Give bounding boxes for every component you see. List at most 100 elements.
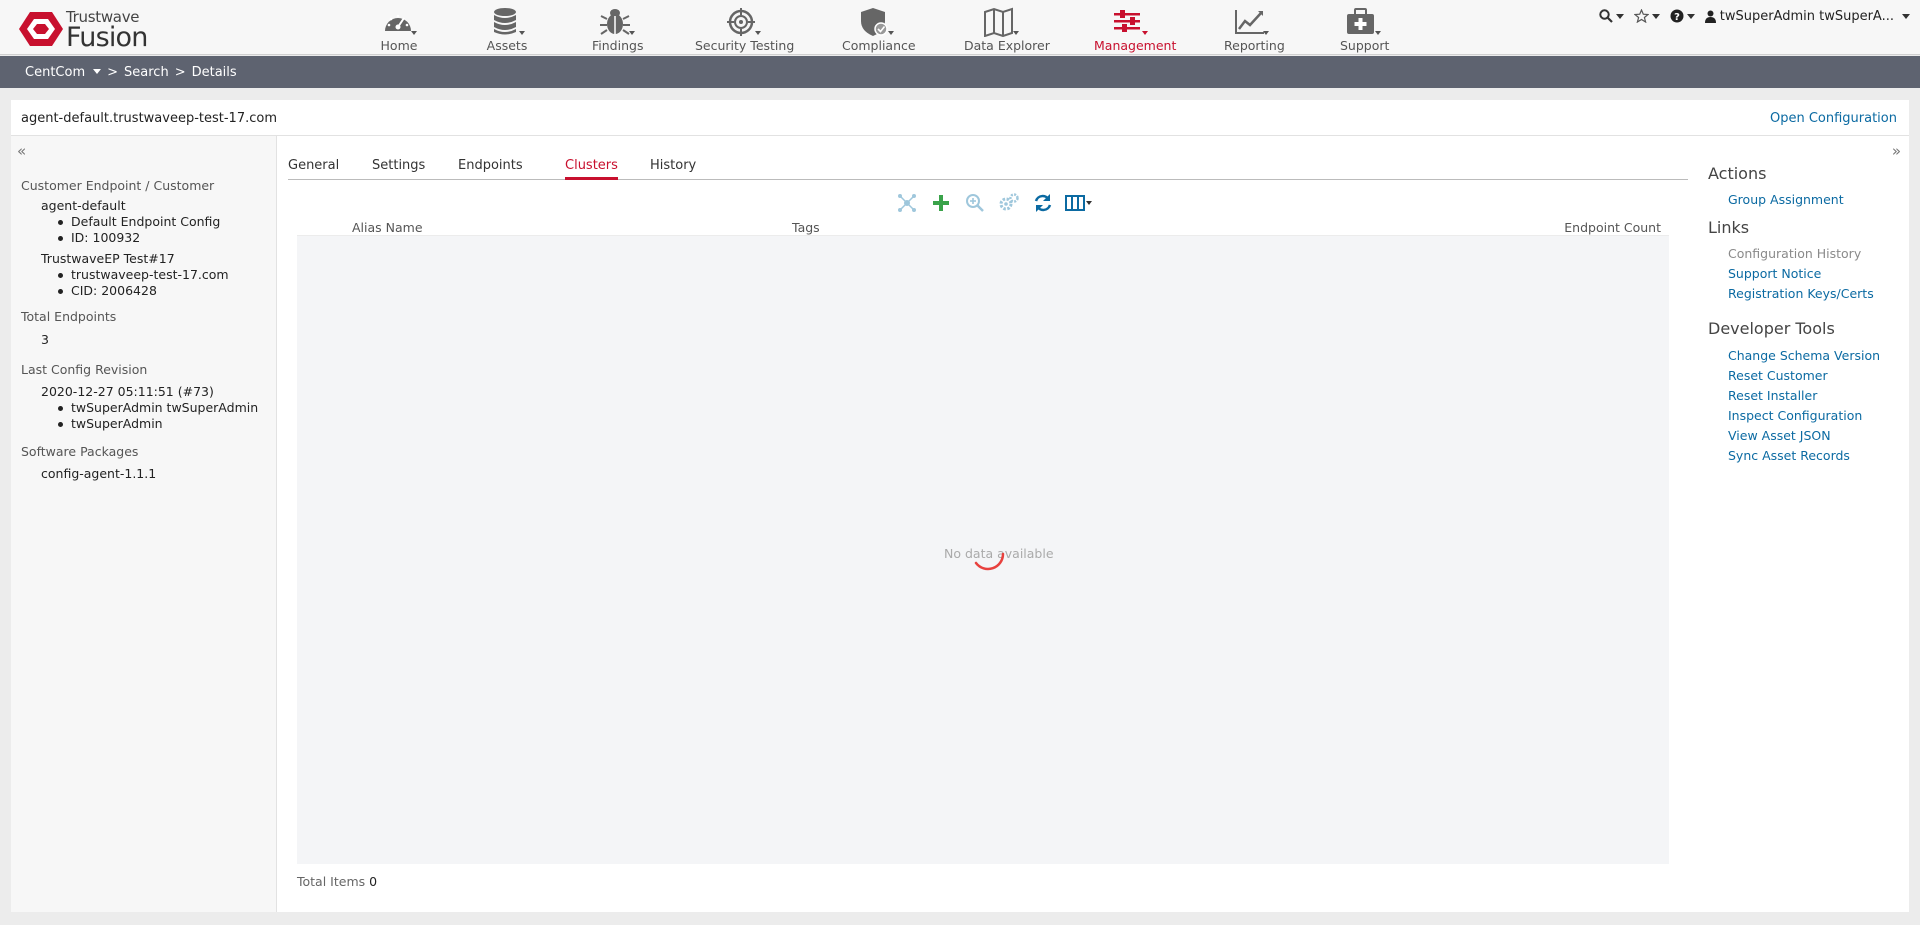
breadcrumb-search[interactable]: Search — [124, 65, 169, 80]
total-endpoints-value: 3 — [41, 332, 49, 347]
nav-home-label: Home — [380, 38, 418, 53]
nav-findings-label: Findings — [592, 38, 644, 53]
refresh-button[interactable] — [1031, 191, 1055, 215]
asset-header: agent-default.trustwaveep-test-17.com Op… — [11, 100, 1909, 136]
breadcrumb: CentCom > Search > Details — [0, 56, 1920, 88]
endpoint-name: agent-default — [41, 198, 126, 213]
collapse-right-icon[interactable]: » — [1892, 142, 1901, 160]
breadcrumb-details: Details — [191, 64, 237, 80]
tab-general[interactable]: General — [288, 158, 339, 180]
support-notice-link[interactable]: Support Notice — [1728, 266, 1821, 281]
breadcrumb-separator: > — [107, 64, 119, 80]
nav-assets-label: Assets — [486, 38, 528, 53]
chevron-down-icon[interactable] — [93, 69, 102, 74]
right-actions-panel: » Actions Group Assignment Links Configu… — [1698, 136, 1909, 912]
help-icon: ? — [1670, 9, 1684, 23]
customer-cid: CID: 2006428 — [58, 283, 157, 298]
last-config-date: 2020-12-27 05:11:51 (#73) — [41, 384, 214, 399]
total-items-label: Total Items — [297, 874, 366, 889]
favorites-menu[interactable] — [1633, 9, 1660, 23]
first-aid-kit-icon — [1347, 8, 1381, 35]
last-config-user: twSuperAdmin — [58, 416, 163, 431]
change-schema-version-link[interactable]: Change Schema Version — [1728, 348, 1880, 363]
links-title: Links — [1708, 218, 1750, 237]
cluster-nodes-button[interactable] — [895, 191, 919, 215]
sliders-icon — [1114, 10, 1148, 35]
tab-settings[interactable]: Settings — [372, 158, 425, 180]
plus-icon — [933, 195, 949, 211]
total-items: Total Items 0 — [297, 874, 377, 889]
customer-domain: trustwaveep-test-17.com — [58, 267, 229, 282]
configuration-history-link: Configuration History — [1728, 246, 1862, 261]
reset-installer-link[interactable]: Reset Installer — [1728, 388, 1817, 403]
open-configuration-link[interactable]: Open Configuration — [1770, 111, 1897, 126]
help-menu[interactable]: ? — [1670, 9, 1695, 23]
chevron-down-icon — [1686, 13, 1695, 19]
tab-clusters[interactable]: Clusters — [565, 158, 618, 180]
nav-compliance-label: Compliance — [842, 38, 916, 53]
nav-data-explorer[interactable]: Data Explorer — [964, 0, 1050, 55]
user-icon — [1704, 10, 1716, 23]
breadcrumb-centcom[interactable]: CentCom — [25, 65, 85, 80]
top-navigation: Trustwave Fusion Home Assets Findings Se… — [0, 0, 1920, 55]
details-tabs: General Settings Endpoints Clusters Hist… — [288, 158, 1688, 180]
line-chart-icon — [1235, 10, 1269, 35]
crosshair-target-icon — [727, 8, 761, 36]
actions-title: Actions — [1708, 164, 1767, 183]
dashboard-gauge-icon — [385, 14, 417, 35]
nav-findings[interactable]: Findings — [592, 0, 644, 55]
nav-management[interactable]: Management — [1094, 0, 1176, 55]
columns-button[interactable] — [1064, 191, 1098, 215]
group-assignment-link[interactable]: Group Assignment — [1728, 192, 1844, 207]
center-content: General Settings Endpoints Clusters Hist… — [288, 136, 1688, 912]
view-asset-json-link[interactable]: View Asset JSON — [1728, 428, 1831, 443]
loading-spinner-icon — [974, 552, 1005, 571]
registration-keys-link[interactable]: Registration Keys/Certs — [1728, 286, 1874, 301]
nav-reporting-label: Reporting — [1224, 38, 1285, 53]
settings-button[interactable] — [997, 191, 1021, 215]
chevron-down-icon — [1615, 13, 1624, 19]
inspect-configuration-link[interactable]: Inspect Configuration — [1728, 408, 1862, 423]
user-name: twSuperAdmin twSuperA... — [1719, 8, 1894, 24]
customer-section-title: Customer Endpoint / Customer — [21, 178, 215, 193]
search-menu[interactable] — [1599, 9, 1624, 23]
nav-support-label: Support — [1340, 38, 1390, 53]
endpoint-config: Default Endpoint Config — [57, 214, 221, 229]
nav-security-testing-label: Security Testing — [695, 38, 795, 53]
nav-compliance[interactable]: Compliance — [842, 0, 916, 55]
left-info-panel: « Customer Endpoint / Customer agent-def… — [11, 136, 277, 912]
nav-home[interactable]: Home — [375, 0, 423, 55]
nav-reporting[interactable]: Reporting — [1224, 0, 1285, 55]
refresh-icon — [1034, 194, 1052, 212]
header-tools: ? twSuperAdmin twSuperA... — [1599, 0, 1920, 32]
sync-asset-records-link[interactable]: Sync Asset Records — [1728, 448, 1850, 463]
collapse-left-icon[interactable]: « — [17, 142, 26, 160]
map-icon — [984, 7, 1019, 37]
zoom-in-button[interactable] — [963, 191, 987, 215]
svg-text:?: ? — [1674, 12, 1680, 23]
grid-toolbar — [288, 191, 1688, 215]
add-cluster-button[interactable] — [929, 191, 953, 215]
clusters-grid: Alias Name Tags Endpoint Count No data a… — [297, 218, 1669, 864]
shield-check-icon — [861, 8, 894, 36]
brand-logo[interactable]: Trustwave Fusion — [19, 8, 149, 53]
star-icon — [1633, 9, 1649, 23]
gears-icon — [999, 193, 1019, 211]
tab-history[interactable]: History — [650, 158, 696, 180]
grid-empty-state: No data available — [297, 218, 1669, 864]
chevron-down-icon — [1651, 13, 1660, 19]
trustwave-logo-icon — [19, 12, 63, 46]
reset-customer-link[interactable]: Reset Customer — [1728, 368, 1828, 383]
search-icon — [1599, 9, 1613, 23]
tab-endpoints[interactable]: Endpoints — [458, 158, 523, 180]
user-menu[interactable]: twSuperAdmin twSuperA... — [1704, 8, 1910, 24]
zoom-in-icon — [966, 194, 984, 212]
nav-support[interactable]: Support — [1340, 0, 1390, 55]
nav-security-testing[interactable]: Security Testing — [695, 0, 795, 55]
nav-assets[interactable]: Assets — [483, 0, 531, 55]
endpoint-id: ID: 100932 — [57, 230, 141, 245]
chevron-down-icon — [1902, 13, 1910, 19]
asset-title: agent-default.trustwaveep-test-17.com — [21, 111, 277, 126]
details-frame: agent-default.trustwaveep-test-17.com Op… — [11, 100, 1909, 912]
total-endpoints-title: Total Endpoints — [21, 309, 117, 324]
